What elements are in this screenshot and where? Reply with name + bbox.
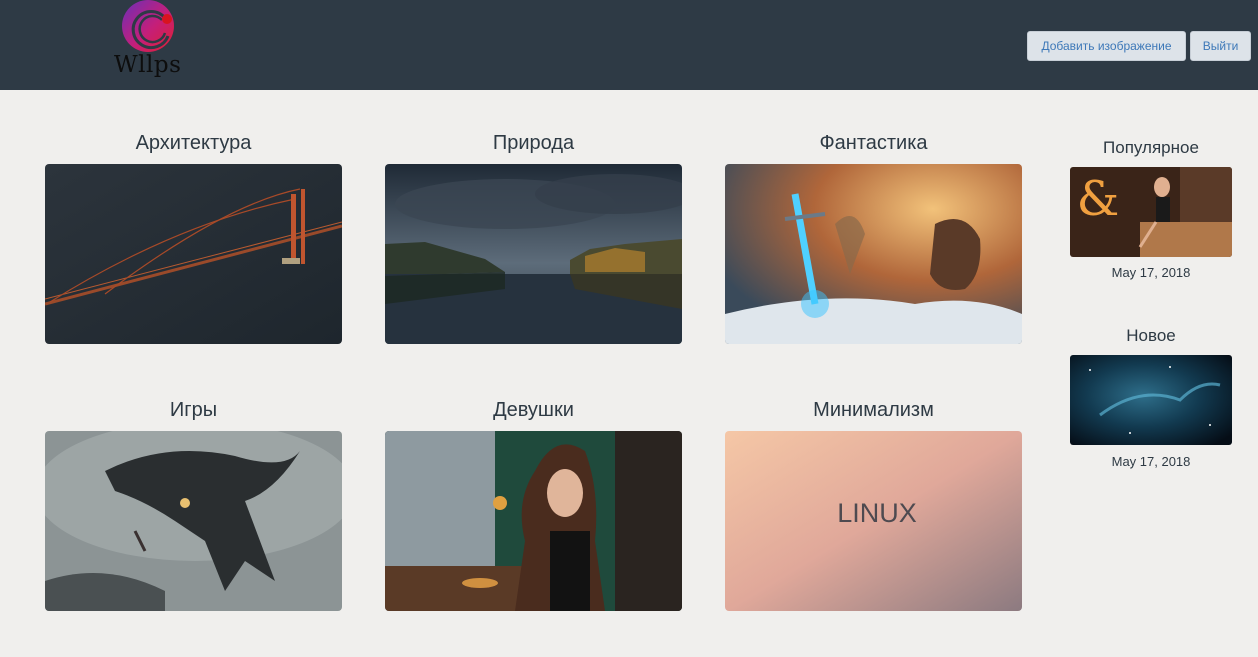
linux-text: LINUX [837,498,917,528]
category-card-architecture[interactable] [45,164,342,344]
space-nebula-art [1070,355,1232,445]
new-image-date: May 17, 2018 [1111,454,1191,469]
girl-cafe-photo [385,431,682,611]
add-image-button[interactable]: Добавить изображение [1027,31,1186,61]
category-title-fantasy[interactable]: Фантастика [725,132,1022,155]
lake-photo [385,164,682,344]
category-card-girls[interactable] [385,431,682,611]
logout-button[interactable]: Выйти [1190,31,1251,61]
category-title-nature[interactable]: Природа [385,132,682,155]
woman-on-sofa-photo: & [1070,167,1232,257]
new-image-card[interactable] [1070,355,1232,445]
category-card-nature[interactable] [385,164,682,344]
category-title-minimalism[interactable]: Минимализм [725,399,1022,422]
dragon-game-art [45,431,342,611]
category-title-girls[interactable]: Девушки [385,399,682,422]
popular-image-card[interactable]: & [1070,167,1232,257]
top-navbar: Wllps Добавить изображение Выйти [0,0,1258,90]
svg-text:&: & [1077,171,1120,227]
sidebar-new-title: Новое [1126,326,1176,345]
category-title-architecture[interactable]: Архитектура [45,132,342,155]
popular-image-date: May 17, 2018 [1111,265,1191,280]
category-card-minimalism[interactable]: LINUX [725,431,1022,611]
linux-minimal-wallpaper: LINUX [725,431,1022,611]
bridge-photo [45,164,342,344]
category-title-games[interactable]: Игры [45,399,342,422]
sword-fantasy-art [725,164,1022,344]
logo-text: Wllps [114,52,182,78]
sidebar-popular-title: Популярное [1103,138,1199,157]
category-card-fantasy[interactable] [725,164,1022,344]
category-card-games[interactable] [45,431,342,611]
